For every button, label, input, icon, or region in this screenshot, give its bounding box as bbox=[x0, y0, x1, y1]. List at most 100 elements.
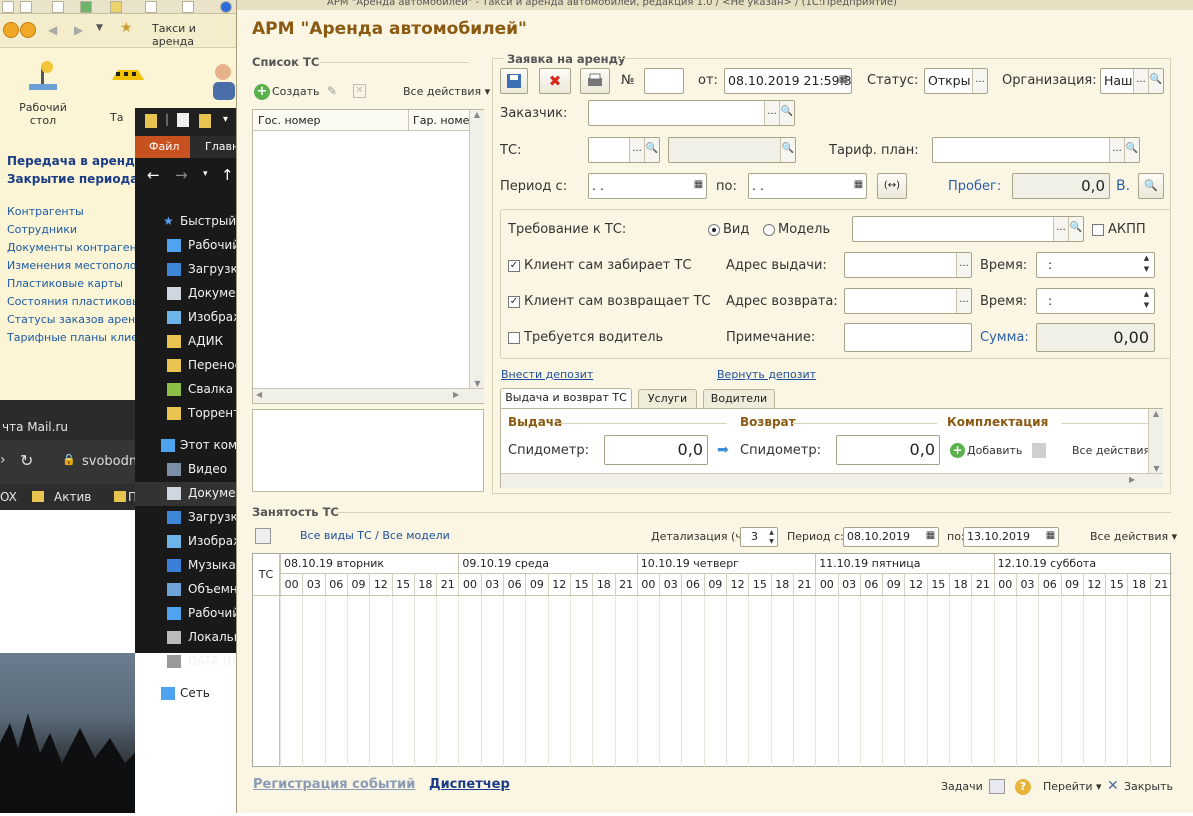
choose-button[interactable]: ... bbox=[956, 253, 971, 277]
customize-dropdown-icon[interactable]: ▾ bbox=[223, 114, 228, 125]
speedo-return-input[interactable]: 0,0 bbox=[836, 435, 940, 465]
kit-add-button[interactable]: Добавить bbox=[967, 444, 1022, 457]
bg-toolbar-icon[interactable] bbox=[20, 1, 32, 13]
close-icon[interactable]: ✕ bbox=[1107, 778, 1119, 794]
bookmark-item[interactable]: OX bbox=[0, 490, 17, 504]
tasks-button[interactable]: Задачи bbox=[941, 780, 983, 793]
spinner-icon[interactable]: ▲ ▼ bbox=[766, 528, 777, 546]
chart-settings-icon[interactable] bbox=[255, 528, 271, 544]
calendar-icon[interactable]: ▦ bbox=[836, 69, 851, 93]
column-plate[interactable]: Гос. номер bbox=[258, 114, 320, 127]
link-period-close[interactable]: Закрытие периода bbox=[7, 172, 138, 186]
events-log-link[interactable]: Регистрация событий bbox=[253, 777, 415, 792]
bookmark-item[interactable]: Актив bbox=[54, 490, 91, 504]
requirement-input[interactable]: ... 🔍 bbox=[852, 216, 1084, 242]
horizontal-scrollbar[interactable]: ▶ bbox=[501, 473, 1163, 488]
calendar-icon[interactable]: ▦ bbox=[1043, 528, 1058, 546]
link-rental-transfer[interactable]: Передача в аренду bbox=[7, 154, 143, 168]
note-input[interactable] bbox=[844, 323, 972, 352]
back-arrow-icon[interactable]: ◀ bbox=[48, 23, 57, 37]
nav-item[interactable]: Изображ bbox=[135, 530, 240, 554]
spinner-icon[interactable]: ▲ ▼ bbox=[1139, 253, 1154, 277]
kit-all-actions[interactable]: Все действия ▾ bbox=[1072, 444, 1159, 457]
kit-edit-icon[interactable] bbox=[1032, 443, 1046, 458]
nav-item[interactable]: Докумен bbox=[135, 282, 240, 306]
org-input[interactable]: Наш ... 🔍 bbox=[1100, 68, 1164, 94]
up-arrow-icon[interactable]: ↑ bbox=[221, 166, 234, 184]
search-icon[interactable]: 🔍 bbox=[644, 138, 659, 162]
search-icon[interactable]: 🔍 bbox=[1148, 69, 1163, 93]
link-order-statuses[interactable]: Статусы заказов аренды bbox=[7, 313, 151, 326]
nav-item[interactable]: Изображ bbox=[135, 306, 240, 330]
section-desktop[interactable]: Рабочий стол bbox=[14, 58, 72, 127]
reload-icon[interactable]: ↻ bbox=[20, 451, 33, 470]
search-icon[interactable]: 🔍 bbox=[1068, 217, 1083, 241]
link-counterparties[interactable]: Контрагенты bbox=[7, 205, 84, 218]
help-icon[interactable]: ? bbox=[1015, 779, 1031, 795]
forward-arrow-icon[interactable]: → bbox=[175, 166, 188, 184]
choose-button[interactable]: ... bbox=[956, 289, 971, 313]
delete-icon[interactable]: ✕ bbox=[353, 84, 366, 98]
horizontal-scrollbar[interactable]: ◀ ▶ bbox=[253, 388, 484, 403]
recent-dropdown-icon[interactable]: ▾ bbox=[203, 169, 208, 179]
link-employees[interactable]: Сотрудники bbox=[7, 223, 77, 236]
nav-item[interactable]: Загрузки bbox=[135, 506, 240, 530]
add-icon[interactable]: + bbox=[950, 443, 965, 458]
history-dropdown-icon[interactable]: ▼ bbox=[96, 23, 103, 33]
choose-button[interactable]: ... bbox=[1109, 138, 1124, 162]
close-button[interactable]: Закрыть bbox=[1124, 780, 1173, 793]
bg-toolbar-icon[interactable] bbox=[2, 1, 14, 13]
calendar-icon[interactable]: ▦ bbox=[691, 174, 706, 198]
goto-menu[interactable]: Перейти ▾ bbox=[1043, 780, 1102, 793]
deposit-back-link[interactable]: Вернуть депозит bbox=[717, 368, 816, 381]
issue-address-input[interactable]: ... bbox=[844, 252, 972, 278]
occ-all-actions[interactable]: Все действия ▾ bbox=[1090, 530, 1177, 543]
sum-link[interactable]: Сумма: bbox=[980, 330, 1029, 345]
back-arrow-icon[interactable]: ← bbox=[147, 166, 160, 184]
tariff-input[interactable]: ... 🔍 bbox=[932, 137, 1140, 163]
search-icon[interactable]: 🔍 bbox=[1124, 138, 1139, 162]
nav-item[interactable]: АДИК bbox=[135, 330, 240, 354]
customer-input[interactable]: ... 🔍 bbox=[588, 100, 795, 126]
issue-time-input[interactable]: : ▲ ▼ bbox=[1036, 252, 1155, 278]
akpp-checkbox[interactable] bbox=[1092, 224, 1104, 236]
bg-toolbar-icon[interactable] bbox=[80, 1, 92, 13]
nav-item[interactable]: Свалка bbox=[135, 378, 240, 402]
link-counterparty-docs[interactable]: Документы контрагентов bbox=[7, 241, 156, 254]
occ-period-from[interactable]: 08.10.2019 ▦ bbox=[843, 527, 939, 547]
nav-item[interactable]: Объемн bbox=[135, 578, 240, 602]
bg-toolbar-icon[interactable] bbox=[145, 1, 157, 13]
spinner-icon[interactable]: ▲ ▼ bbox=[1139, 289, 1154, 313]
choose-button[interactable]: ... bbox=[972, 69, 987, 93]
choose-button[interactable]: ... bbox=[629, 138, 644, 162]
nav-item[interactable]: Локальн bbox=[135, 626, 240, 650]
user-avatar-icon[interactable] bbox=[205, 60, 235, 100]
vertical-scrollbar[interactable]: ▲ ▼ bbox=[469, 110, 484, 388]
vehicle-input[interactable]: ... 🔍 bbox=[588, 137, 660, 163]
search-icon[interactable]: 🔍 bbox=[779, 101, 794, 125]
status-input[interactable]: Откры ... bbox=[924, 68, 988, 94]
nav-item[interactable]: Музыка bbox=[135, 554, 240, 578]
date-input[interactable]: 08.10.2019 21:59:3 ▦ bbox=[724, 68, 852, 94]
add-icon[interactable]: + bbox=[254, 84, 270, 100]
link-location-changes[interactable]: Изменения местоположе bbox=[7, 259, 153, 272]
needs-driver-checkbox[interactable] bbox=[508, 332, 520, 344]
occ-period-to[interactable]: 13.10.2019 ▦ bbox=[963, 527, 1059, 547]
bg-toolbar-icon[interactable] bbox=[52, 1, 64, 13]
forward-arrow-icon[interactable]: ▶ bbox=[74, 23, 83, 37]
favorites-star-icon[interactable]: ★ bbox=[120, 20, 133, 36]
nav-item[interactable]: DATA (H bbox=[135, 650, 240, 674]
radio-model[interactable] bbox=[763, 224, 775, 236]
choose-button[interactable]: ... bbox=[1133, 69, 1148, 93]
calendar-icon[interactable]: ▦ bbox=[923, 528, 938, 546]
nav-this-pc[interactable]: Этот комп bbox=[135, 434, 240, 458]
bg-toolbar-icon[interactable] bbox=[182, 1, 194, 13]
number-input[interactable] bbox=[644, 68, 684, 94]
search-icon[interactable]: 🔍 bbox=[780, 138, 795, 162]
browser-icon[interactable] bbox=[220, 1, 232, 13]
bg-window-tab[interactable]: Такси и аренда bbox=[152, 22, 240, 48]
print-button[interactable] bbox=[580, 68, 610, 94]
tab-issue-return[interactable]: Выдача и возврат ТС bbox=[500, 388, 632, 409]
create-button[interactable]: Создать bbox=[272, 85, 320, 98]
vertical-scrollbar[interactable]: ▲ ▼ bbox=[1148, 409, 1163, 473]
